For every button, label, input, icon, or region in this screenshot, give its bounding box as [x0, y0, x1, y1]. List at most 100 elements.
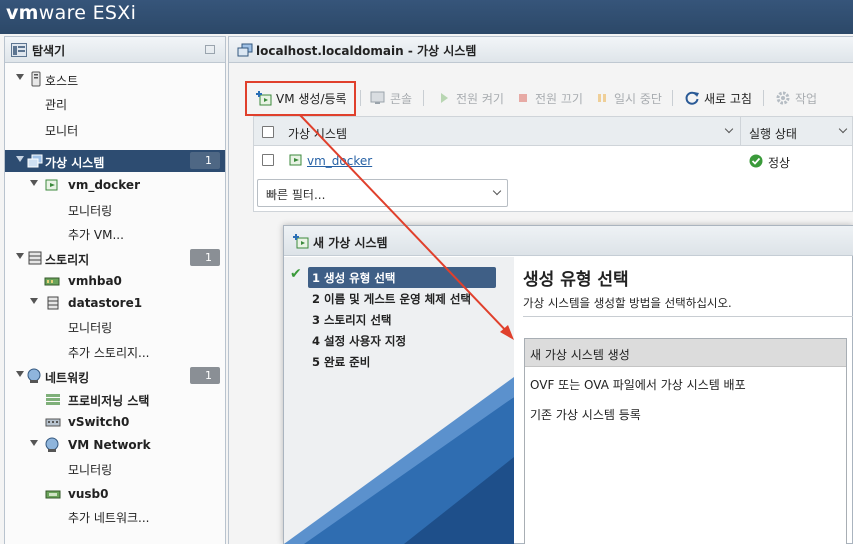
vm-icon — [289, 154, 302, 166]
power-on-label: 전원 켜기 — [456, 92, 504, 106]
nav-item-label: 모니터링 — [68, 321, 113, 335]
actions-button[interactable]: 작업 — [775, 88, 821, 110]
option-register-existing-vm[interactable]: 기존 가상 시스템 등록 — [525, 399, 846, 427]
nav-item-datastore1[interactable]: datastore1 — [5, 292, 225, 314]
portgroup-icon — [45, 437, 59, 452]
navigator-panel: 탐색기 호스트 관리 모니터 가상 시스템 1 vm_docker 모니터링 추… — [4, 36, 226, 544]
nav-item-vusb0[interactable]: vusb0 — [5, 483, 225, 505]
nav-item-vmhba0[interactable]: vmhba0 — [5, 270, 225, 292]
wizard-step-2[interactable]: 2 이름 및 게스트 운영 체제 선택 — [308, 288, 496, 309]
wizard-step-heading: 생성 유형 선택 — [523, 270, 629, 290]
nav-item-label: vusb0 — [68, 487, 109, 501]
nav-item-manage[interactable]: 관리 — [5, 92, 225, 114]
expand-arrow-icon[interactable] — [16, 74, 24, 80]
highlight-annotation-box — [245, 81, 356, 116]
vmware-esxi-logo: vmware ESXi — [6, 2, 137, 24]
expand-arrow-icon[interactable] — [16, 371, 24, 377]
nav-item-more-storage[interactable]: 추가 스토리지... — [5, 340, 225, 362]
suspend-button[interactable]: 일시 중단 — [594, 88, 662, 110]
toolbar-divider — [672, 90, 673, 106]
nav-item-label: 관리 — [45, 98, 68, 112]
wizard-step-label: 1 생성 유형 선택 — [312, 271, 396, 285]
pause-icon — [598, 94, 606, 102]
suspend-label: 일시 중단 — [614, 92, 662, 106]
nav-item-label: 추가 네트워크... — [68, 511, 150, 525]
expand-arrow-icon[interactable] — [16, 156, 24, 162]
nav-item-label: VM Network — [68, 438, 151, 452]
refresh-label: 새로 고침 — [704, 92, 752, 106]
column-header-state[interactable]: 실행 상태 — [749, 125, 797, 142]
column-divider — [740, 117, 741, 145]
wizard-step-label: 5 완료 준비 — [312, 355, 371, 369]
wizard-step-3[interactable]: 3 스토리지 선택 — [308, 309, 496, 330]
column-header-vm[interactable]: 가상 시스템 — [288, 125, 347, 142]
console-label: 콘솔 — [390, 92, 413, 106]
toolbar-divider — [423, 90, 424, 106]
table-header: 가상 시스템 실행 상태 — [254, 117, 852, 146]
wizard-step-label: 2 이름 및 게스트 운영 체제 선택 — [312, 292, 471, 306]
expand-arrow-icon[interactable] — [30, 180, 38, 186]
expand-arrow-icon[interactable] — [30, 298, 38, 304]
divider — [523, 316, 853, 317]
nav-item-host[interactable]: 호스트 — [5, 68, 225, 90]
wizard-step-1[interactable]: 1 생성 유형 선택 — [308, 267, 496, 288]
usb-icon — [45, 490, 61, 499]
host-icon — [31, 71, 41, 87]
chevron-down-icon[interactable] — [724, 124, 734, 134]
option-create-new-vm[interactable]: 새 가상 시스템 생성 — [525, 339, 846, 367]
nav-item-more-networks[interactable]: 추가 네트워크... — [5, 505, 225, 527]
console-button[interactable]: 콘솔 — [370, 88, 414, 110]
wizard-step-5[interactable]: 5 완료 준비 — [308, 351, 496, 372]
storage-icon — [28, 251, 42, 265]
nav-item-label: datastore1 — [68, 296, 143, 310]
new-vm-icon — [293, 234, 309, 249]
nav-item-storage[interactable]: 스토리지 1 — [5, 247, 225, 269]
quick-filter-select[interactable]: 빠른 필터... — [257, 179, 508, 207]
main-header: localhost.localdomain - 가상 시스템 — [229, 37, 853, 63]
table-row[interactable]: vm_docker 정상 — [254, 147, 852, 174]
nav-item-virtual-machines[interactable]: 가상 시스템 1 — [5, 150, 225, 172]
nav-item-vm-docker[interactable]: vm_docker — [5, 174, 225, 196]
vm-name-link[interactable]: vm_docker — [307, 154, 372, 168]
nav-item-monitor[interactable]: 모니터 — [5, 118, 225, 140]
wizard-step-4[interactable]: 4 설정 사용자 지정 — [308, 330, 496, 351]
nav-item-label: 가상 시스템 — [45, 156, 105, 170]
nav-item-vm-network[interactable]: VM Network — [5, 434, 225, 456]
nav-item-label: 스토리지 — [45, 253, 90, 267]
gear-icon — [776, 91, 790, 105]
wizard-steps-panel: 1 생성 유형 선택 2 이름 및 게스트 운영 체제 선택 3 스토리지 선택… — [284, 257, 514, 544]
chevron-down-icon[interactable] — [838, 124, 848, 134]
toolbar-divider — [360, 90, 361, 106]
stack-icon — [46, 394, 60, 405]
wizard-step-description: 가상 시스템을 생성할 방법을 선택하십시오. — [523, 296, 732, 310]
nav-item-storage-monitoring[interactable]: 모니터링 — [5, 315, 225, 337]
nav-item-provisioning-stack[interactable]: 프로비저닝 스택 — [5, 388, 225, 410]
collapse-icon[interactable] — [205, 45, 215, 54]
nav-item-vm-monitoring[interactable]: 모니터링 — [5, 198, 225, 220]
vm-group-icon — [237, 43, 253, 57]
power-on-button[interactable]: 전원 켜기 — [436, 88, 504, 110]
option-deploy-ovf-ova[interactable]: OVF 또는 OVA 파일에서 가상 시스템 배포 — [525, 369, 846, 397]
count-badge: 1 — [190, 249, 220, 266]
creation-type-list: 새 가상 시스템 생성 OVF 또는 OVA 파일에서 가상 시스템 배포 기존… — [524, 338, 847, 544]
nav-item-more-vms[interactable]: 추가 VM... — [5, 222, 225, 244]
power-off-button[interactable]: 전원 끄기 — [515, 88, 583, 110]
chevron-down-icon[interactable] — [492, 186, 502, 196]
expand-arrow-icon[interactable] — [16, 253, 24, 259]
wizard-header: 새 가상 시스템 — [284, 226, 853, 256]
expand-arrow-icon[interactable] — [30, 440, 38, 446]
option-label: OVF 또는 OVA 파일에서 가상 시스템 배포 — [530, 378, 746, 392]
option-label: 기존 가상 시스템 등록 — [530, 408, 641, 422]
nav-item-network-monitoring[interactable]: 모니터링 — [5, 457, 225, 479]
navigator-header: 탐색기 — [5, 37, 225, 63]
select-all-checkbox[interactable] — [262, 126, 274, 138]
nav-item-networking[interactable]: 네트워킹 1 — [5, 365, 225, 387]
wizard-step-label: 4 설정 사용자 지정 — [312, 334, 407, 348]
refresh-button[interactable]: 새로 고침 — [684, 88, 754, 110]
nav-item-label: 추가 스토리지... — [68, 346, 150, 360]
nav-item-label: 추가 VM... — [68, 228, 124, 242]
nav-item-label: 모니터링 — [68, 204, 113, 218]
nav-item-vswitch0[interactable]: vSwitch0 — [5, 411, 225, 433]
row-checkbox[interactable] — [262, 154, 274, 166]
vm-status: 정상 — [768, 156, 791, 170]
